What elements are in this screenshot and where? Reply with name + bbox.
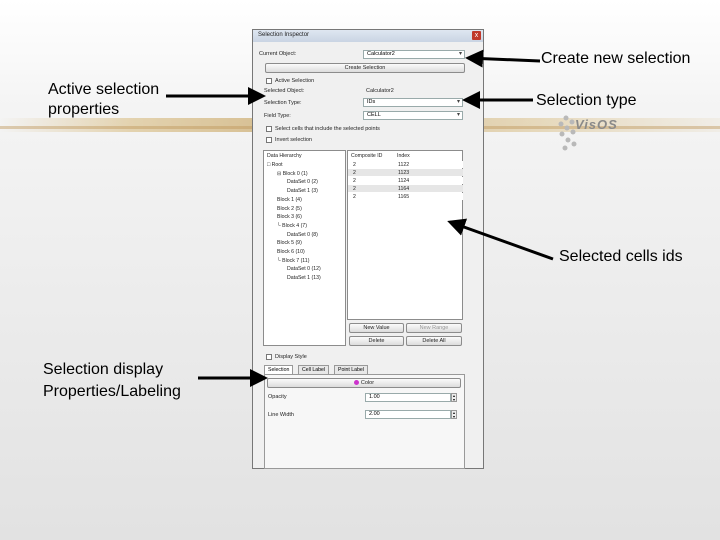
annotation-arrows — [166, 49, 554, 387]
arrow-selected-cells — [447, 218, 554, 261]
arrow-create-selection — [465, 49, 541, 68]
